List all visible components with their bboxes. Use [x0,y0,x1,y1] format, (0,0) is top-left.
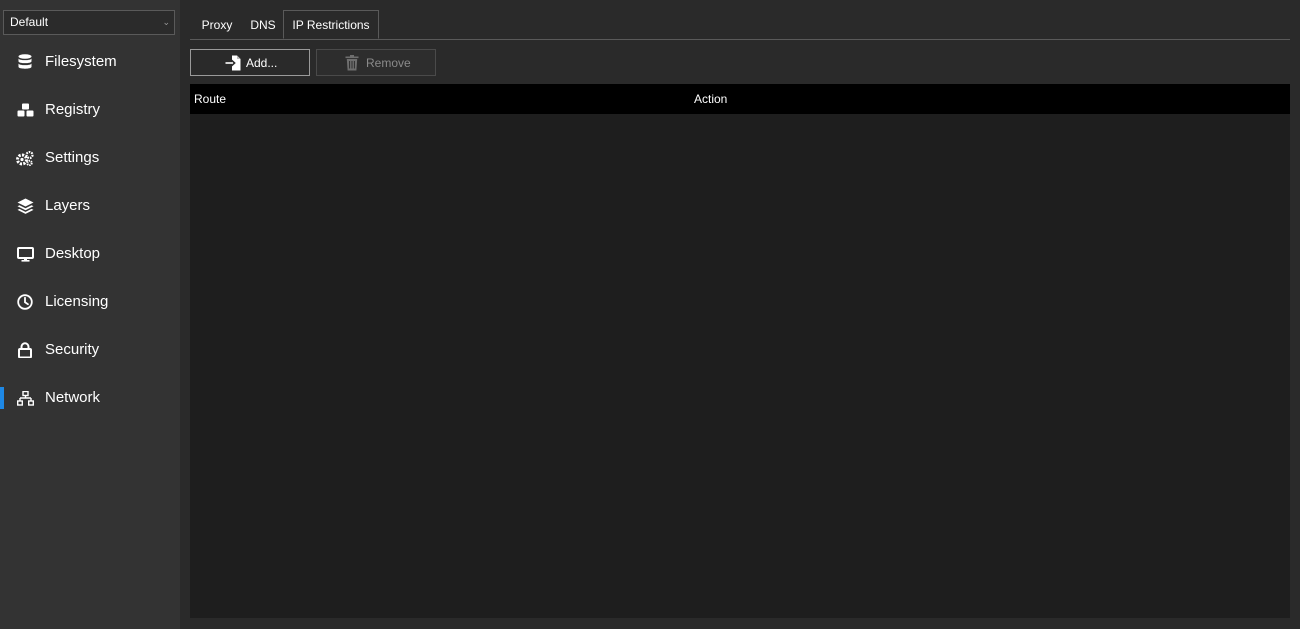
sidebar-item-label: Filesystem [45,53,117,70]
monitor-icon [16,245,34,263]
tab-proxy[interactable]: Proxy [200,10,234,38]
remove-button[interactable]: Remove [316,49,436,76]
tab-dns[interactable]: DNS [248,10,278,38]
sidebar-item-filesystem[interactable]: Filesystem [0,38,180,86]
tab-ip-restrictions[interactable]: IP Restrictions [283,10,379,39]
active-indicator [0,387,4,409]
sidebar-nav: Filesystem Registry Settings Layers Desk… [0,38,180,422]
sidebar-item-label: Settings [45,149,100,166]
sidebar-item-security[interactable]: Security [0,326,180,374]
lock-icon [16,341,34,359]
sidebar-item-network[interactable]: Network [0,374,180,422]
sidebar-item-label: Security [45,341,100,358]
sidebar-item-label: Network [45,389,101,406]
chevron-down-icon: ⌄ [162,17,170,27]
add-button-label: Add... [246,56,278,70]
database-icon [16,53,34,71]
main-panel: Proxy DNS IP Restrictions Add... Remove … [180,0,1300,629]
cubes-icon [16,101,34,119]
sidebar-item-label: Registry [45,101,101,118]
trash-icon [345,55,361,71]
gears-icon [16,149,34,167]
sidebar-item-settings[interactable]: Settings [0,134,180,182]
sidebar-item-desktop[interactable]: Desktop [0,230,180,278]
clock-icon [16,293,34,311]
layers-icon [16,197,34,215]
sidebar-item-layers[interactable]: Layers [0,182,180,230]
app-window: Default ⌄ Filesystem Registry Settings L… [0,0,1300,629]
ip-restrictions-table[interactable]: Route Action [190,84,1290,618]
file-import-icon [225,55,241,71]
sidebar-item-registry[interactable]: Registry [0,86,180,134]
sidebar-item-label: Desktop [45,245,101,262]
sidebar-item-label: Licensing [45,293,109,310]
remove-button-label: Remove [366,56,411,70]
column-header-action[interactable]: Action [694,84,727,115]
profile-dropdown[interactable]: Default ⌄ [3,10,175,35]
tab-strip: Proxy DNS IP Restrictions [190,10,1290,40]
column-header-route[interactable]: Route [194,84,226,115]
profile-dropdown-value: Default [10,15,49,29]
network-icon [16,389,34,407]
sidebar-item-label: Layers [45,197,91,214]
add-button[interactable]: Add... [190,49,310,76]
sidebar: Default ⌄ Filesystem Registry Settings L… [0,0,180,629]
table-header: Route Action [190,84,1290,114]
sidebar-item-licensing[interactable]: Licensing [0,278,180,326]
